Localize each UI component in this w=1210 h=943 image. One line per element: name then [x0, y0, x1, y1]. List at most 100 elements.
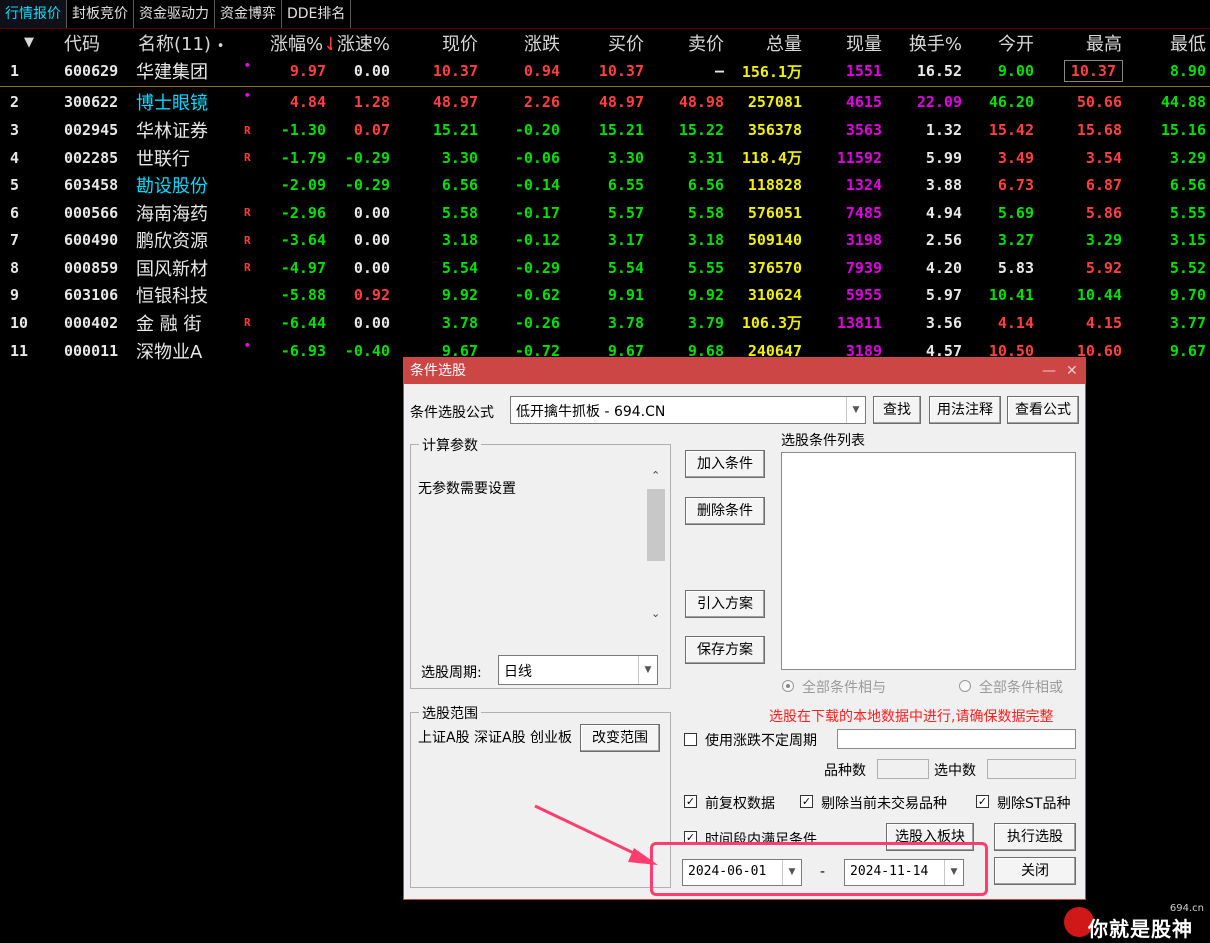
cell-volume: 257081 — [747, 92, 802, 111]
scroll-down-icon[interactable]: ⌄ — [651, 607, 660, 620]
end-date-picker[interactable]: 2024-11-14 ▼ — [844, 859, 964, 886]
cell-change: -0.26 — [514, 313, 560, 332]
period-select[interactable]: 日线 ▼ — [498, 655, 658, 685]
cell-turnover: 3.56 — [925, 313, 962, 332]
stock-name: 华建集团 — [134, 56, 244, 87]
radio-all-and[interactable] — [782, 680, 794, 692]
cell-price: 9.92 — [441, 286, 478, 305]
find-button[interactable]: 查找 — [873, 396, 921, 424]
scroll-up-icon[interactable]: ⌃ — [651, 469, 660, 482]
execute-selection-button[interactable]: 执行选股 — [994, 823, 1076, 851]
close-button[interactable]: 关闭 — [994, 857, 1076, 885]
uncertain-period-checkbox[interactable] — [684, 733, 697, 746]
watermark: 694.cn 你就是股神 — [1060, 903, 1210, 943]
sort-menu-icon[interactable]: ▼ — [0, 29, 60, 57]
minimize-icon[interactable]: — — [1042, 358, 1056, 384]
radio-all-or[interactable] — [959, 680, 971, 692]
cell-pct: -2.96 — [280, 203, 326, 222]
cell-bid: 15.21 — [598, 121, 644, 140]
table-row[interactable]: 6 000566 海南海药 R -2.96 0.00 5.58 -0.17 5.… — [0, 199, 1210, 227]
col-pct[interactable]: 涨幅%↓ — [270, 29, 332, 57]
time-period-checkbox[interactable]: ✓ — [684, 831, 697, 844]
uncertain-period-input[interactable] — [837, 729, 1076, 749]
table-row[interactable]: 8 000859 国风新材 R -4.97 0.00 5.54 -0.29 5.… — [0, 254, 1210, 282]
params-group-label: 计算参数 — [419, 435, 481, 455]
change-range-button[interactable]: 改变范围 — [580, 724, 660, 752]
col-mark — [244, 29, 270, 57]
tab-dde-rank[interactable]: DDE排名 — [282, 0, 352, 28]
uncertain-period-label: 使用涨跌不定周期 — [705, 733, 817, 749]
table-row[interactable]: 2 300622 博士眼镜 • 4.84 1.28 48.97 2.26 48.… — [0, 87, 1210, 117]
col-open[interactable]: 今开 — [968, 29, 1040, 57]
cell-turnover: 3.88 — [925, 176, 962, 195]
formula-select[interactable]: 低开擒牛抓板 - 694.CN ▼ — [510, 396, 866, 424]
stock-mark: R — [244, 123, 251, 137]
start-date-picker[interactable]: 2024-06-01 ▼ — [682, 859, 802, 886]
cell-price: 48.97 — [432, 92, 478, 111]
col-low[interactable]: 最低 — [1128, 29, 1210, 57]
col-high[interactable]: 最高 — [1040, 29, 1128, 57]
col-turnover[interactable]: 换手% — [888, 29, 968, 57]
import-plan-button[interactable]: 引入方案 — [685, 590, 765, 618]
cell-cur-vol: 1324 — [845, 176, 882, 195]
save-plan-button[interactable]: 保存方案 — [685, 636, 765, 664]
table-row[interactable]: 5 603458 勘设股份 -2.09 -0.29 6.56 -0.14 6.5… — [0, 172, 1210, 200]
col-name[interactable]: 名称(11) • — [134, 29, 244, 57]
cell-speed: 0.00 — [332, 56, 396, 87]
cell-volume: 576051 — [747, 203, 802, 222]
stock-mark: R — [244, 233, 251, 247]
params-scrollbar[interactable]: ⌃ ⌄ — [645, 467, 667, 627]
table-row[interactable]: 7 600490 鹏欣资源 R -3.64 0.00 3.18 -0.12 3.… — [0, 227, 1210, 255]
col-speed[interactable]: 涨速% — [332, 29, 396, 57]
chevron-down-icon[interactable]: ▼ — [782, 860, 801, 885]
exclude-untraded-checkbox[interactable]: ✓ — [800, 795, 813, 808]
cell-pct: -3.64 — [280, 231, 326, 250]
table-row[interactable]: 10 000402 金 融 街 R -6.44 0.00 3.78 -0.26 … — [0, 309, 1210, 337]
table-row[interactable]: 3 002945 华林证券 R -1.30 0.07 15.21 -0.20 1… — [0, 117, 1210, 145]
row-index: 7 — [10, 231, 20, 250]
view-formula-button[interactable]: 查看公式 — [1007, 396, 1079, 424]
chevron-down-icon[interactable]: ▼ — [846, 397, 865, 423]
cell-low: 9.70 — [1169, 286, 1206, 305]
stock-code: 000402 — [64, 313, 119, 332]
cell-pct: -5.88 — [280, 286, 326, 305]
cell-cur-vol: 1551 — [808, 56, 888, 87]
cell-bid: 10.37 — [566, 56, 650, 87]
table-row[interactable]: 4 002285 世联行 R -1.79 -0.29 3.30 -0.06 3.… — [0, 144, 1210, 172]
close-icon[interactable]: ✕ — [1066, 358, 1078, 384]
add-condition-button[interactable]: 加入条件 — [685, 450, 765, 478]
chevron-down-icon[interactable]: ▼ — [944, 860, 963, 885]
tab-capital-game[interactable]: 资金博弈 — [215, 0, 282, 28]
cell-low: 8.90 — [1128, 56, 1210, 87]
add-to-block-button[interactable]: 选股入板块 — [886, 823, 974, 851]
table-row[interactable]: 1 600629 华建集团 • 9.97 0.00 10.37 0.94 10.… — [0, 56, 1210, 87]
col-price[interactable]: 现价 — [396, 29, 484, 57]
condition-list[interactable] — [781, 452, 1076, 670]
dialog-title-bar[interactable]: 条件选股 — ✕ — [404, 358, 1085, 384]
col-bid[interactable]: 买价 — [566, 29, 650, 57]
col-volume[interactable]: 总量 — [730, 29, 808, 57]
delete-condition-button[interactable]: 删除条件 — [685, 497, 765, 525]
tab-limit-bidding[interactable]: 封板竞价 — [67, 0, 134, 28]
table-row[interactable]: 9 603106 恒银科技 -5.88 0.92 9.92 -0.62 9.91… — [0, 282, 1210, 310]
col-cur-vol[interactable]: 现量 — [808, 29, 888, 57]
stock-name: 勘设股份 — [136, 176, 208, 198]
cell-volume: 310624 — [747, 286, 802, 305]
tab-market-quotes[interactable]: 行情报价 — [0, 0, 67, 28]
col-ask[interactable]: 卖价 — [650, 29, 730, 57]
tab-capital-drive[interactable]: 资金驱动力 — [134, 0, 215, 28]
count-field — [877, 759, 929, 779]
col-change[interactable]: 涨跌 — [484, 29, 566, 57]
cell-open: 3.27 — [997, 231, 1034, 250]
cell-volume: 356378 — [747, 121, 802, 140]
adjusted-data-checkbox[interactable]: ✓ — [684, 795, 697, 808]
chevron-down-icon[interactable]: ▼ — [638, 656, 657, 684]
usage-notes-button[interactable]: 用法注释 — [929, 396, 1001, 424]
cell-price: 3.30 — [441, 148, 478, 167]
exclude-st-checkbox[interactable]: ✓ — [976, 795, 989, 808]
cell-turnover: 5.99 — [925, 148, 962, 167]
col-code[interactable]: 代码 — [60, 29, 134, 57]
scroll-thumb[interactable] — [647, 489, 665, 561]
cell-ask: 15.22 — [678, 121, 724, 140]
radio-all-and-label: 全部条件相与 — [802, 680, 886, 696]
